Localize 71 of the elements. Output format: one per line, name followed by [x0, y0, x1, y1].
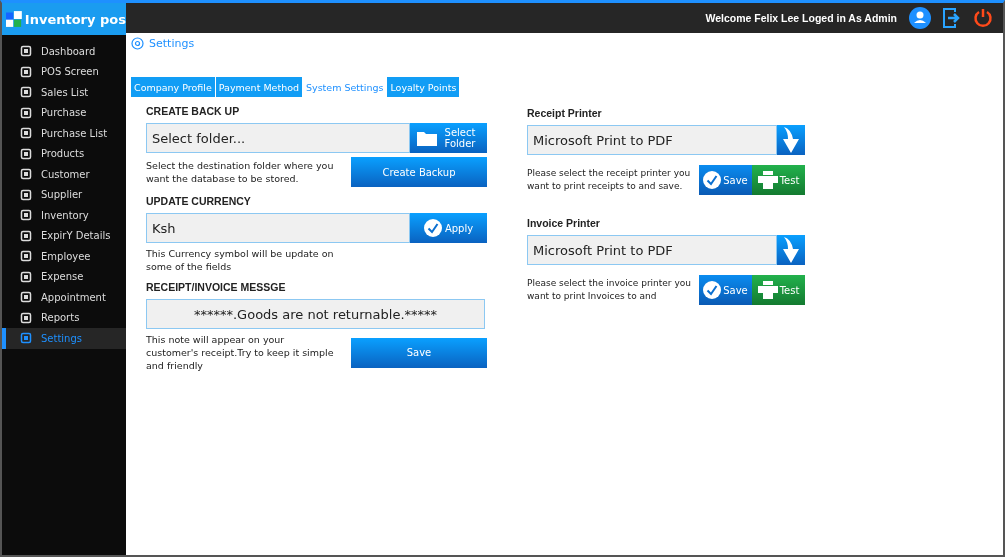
apply-button[interactable]: Apply — [410, 213, 487, 243]
sidebar-item[interactable]: Employee — [2, 246, 126, 267]
check-icon — [703, 171, 722, 189]
sidebar-item[interactable]: Expense — [2, 266, 126, 287]
printer-heading: Receipt Printer — [527, 107, 603, 119]
page-title: Settings — [149, 37, 195, 50]
down-arrow-icon — [782, 127, 800, 153]
sidebar-item[interactable]: Inventory — [2, 205, 126, 226]
settings-icon — [131, 37, 144, 50]
sidebar-item[interactable]: Products — [2, 143, 126, 164]
save-button[interactable]: Save — [351, 337, 487, 368]
sidebar-icon — [20, 209, 32, 222]
sidebar-item[interactable]: ExpirY Details — [2, 225, 126, 246]
sidebar-icon — [20, 291, 32, 304]
sidebar-icon — [20, 188, 32, 201]
select-folder-button[interactable]: Select Folder — [410, 123, 487, 153]
check-icon — [423, 219, 442, 237]
printer-dropdown[interactable]: Microsoft Print to PDF — [527, 125, 777, 155]
printer-icon — [757, 281, 778, 299]
save-button[interactable]: Save — [699, 275, 752, 305]
printer-icon — [757, 171, 778, 189]
welcome-text: Welcome Felix Lee Loged in As Admin — [705, 12, 897, 24]
sidebar-icon — [20, 65, 32, 78]
sidebar-icon — [20, 106, 32, 119]
printer-heading: Invoice Printer — [527, 217, 601, 229]
section-heading: CREATE BACK UP — [146, 105, 241, 117]
sidebar-icon — [20, 168, 32, 181]
folder-icon — [417, 130, 437, 146]
sidebar-icon — [20, 229, 32, 242]
dropdown-button[interactable] — [777, 125, 805, 155]
sidebar-item[interactable]: POS Screen — [2, 61, 126, 82]
sidebar-item[interactable]: Reports — [2, 307, 126, 328]
user-icon[interactable] — [909, 7, 931, 29]
hint-text: Please select the invoice printer you want to print Invoices to and — [527, 277, 692, 303]
currency-field[interactable]: Ksh — [146, 213, 410, 243]
sidebar-item[interactable]: Settings — [2, 328, 126, 349]
sidebar-icon — [20, 86, 32, 99]
test-button[interactable]: Test — [752, 165, 805, 195]
logout-icon[interactable] — [943, 8, 961, 28]
sidebar-item[interactable]: Purchase List — [2, 123, 126, 144]
hint-text: This note will appear on your customer's receipt.Try to keep it simple and friendly — [146, 333, 335, 372]
create-backup-button[interactable]: Create Backup — [351, 157, 487, 187]
section-heading: RECEIPT/INVOICE MESSGE — [146, 281, 287, 293]
down-arrow-icon — [782, 237, 800, 263]
power-icon[interactable] — [973, 8, 993, 28]
logo: Inventory pos — [2, 3, 126, 35]
hint-text: This Currency symbol will be update on some of the fields — [146, 247, 335, 273]
sidebar-item[interactable]: Customer — [2, 164, 126, 185]
folder-field[interactable]: Select folder... — [146, 123, 410, 153]
section-heading: UPDATE CURRENCY — [146, 195, 252, 207]
sidebar-icon — [20, 332, 32, 345]
sidebar-icon — [20, 147, 32, 160]
sidebar-icon — [20, 250, 32, 263]
sidebar-item[interactable]: Purchase — [2, 102, 126, 123]
sidebar-item[interactable]: Dashboard — [2, 41, 126, 62]
sidebar-icon — [20, 45, 32, 58]
save-button[interactable]: Save — [699, 165, 752, 195]
sidebar-item[interactable]: Sales List — [2, 82, 126, 103]
sidebar-icon — [20, 127, 32, 140]
sidebar-icon — [20, 311, 32, 324]
hint-text: Please select the receipt printer you want to print receipts to and save. — [527, 167, 692, 193]
sidebar-icon — [20, 270, 32, 283]
dropdown-button[interactable] — [777, 235, 805, 265]
sidebar-item[interactable]: Supplier — [2, 184, 126, 205]
hint-text: Select the destination folder where you want the database to be stored. — [146, 159, 335, 185]
check-icon — [703, 281, 722, 299]
test-button[interactable]: Test — [752, 275, 805, 305]
message-field[interactable]: ******.Goods are not returnable.***** — [146, 299, 485, 329]
logo-icon — [6, 8, 22, 30]
printer-dropdown[interactable]: Microsoft Print to PDF — [527, 235, 777, 265]
sidebar-item[interactable]: Appointment — [2, 287, 126, 308]
